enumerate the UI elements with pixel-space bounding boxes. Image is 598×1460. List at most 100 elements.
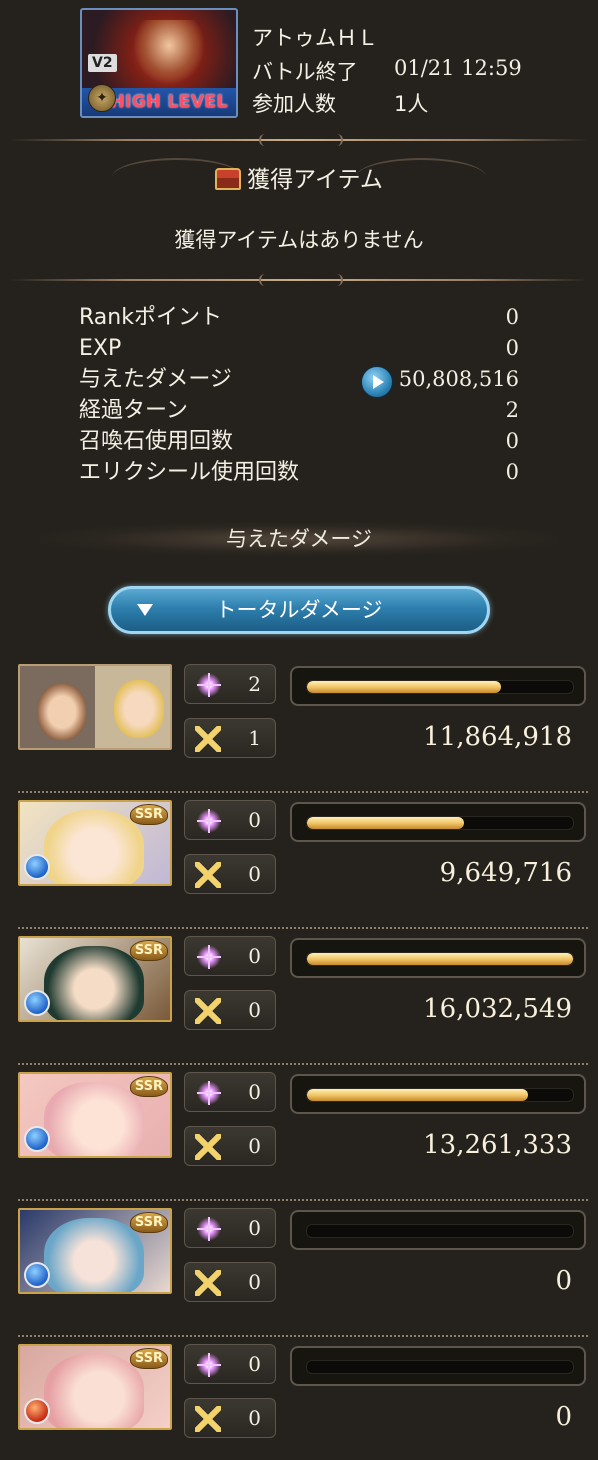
damage-bar: [290, 666, 586, 706]
skill-sparkle-icon: [197, 1353, 221, 1377]
ougi-count: 0: [248, 1134, 261, 1158]
stat-label: 与えたダメージ: [79, 367, 232, 392]
character-damage: 16,032,549: [423, 994, 572, 1024]
items-title-text: 獲得アイテム: [247, 167, 383, 193]
ougi-count: 0: [248, 862, 261, 886]
stat-label: 経過ターン: [79, 398, 188, 423]
ssr-badge: SSR: [129, 940, 168, 961]
ougi-count-box: 0: [184, 1126, 276, 1166]
skill-count-box: 2: [184, 664, 276, 704]
row-separator: [18, 791, 588, 793]
ougi-count: 1: [248, 726, 261, 750]
version-badge: V2: [88, 54, 117, 72]
battle-stats: Rankポイント 0 EXP 0 与えたダメージ 50,808,516 経過ター…: [79, 302, 521, 488]
ougi-count-box: 1: [184, 718, 276, 758]
stat-turns: 経過ターン 2: [79, 395, 521, 426]
skill-count-box: 0: [184, 1072, 276, 1112]
water-element-icon: [24, 854, 50, 880]
character-damage: 13,261,333: [423, 1130, 572, 1160]
damage-bar: [290, 938, 586, 978]
skill-sparkle-icon: [197, 1081, 221, 1105]
skill-count-box: 0: [184, 1344, 276, 1384]
result-header: V2 HIGH LEVEL ✦ アトゥムＨＬ バトル終了 01/21 12:59…: [0, 0, 598, 125]
stat-value: 50,808,516: [398, 367, 519, 391]
character-damage: 0: [555, 1402, 572, 1432]
skill-count: 0: [248, 808, 261, 832]
character-damage: 11,864,918: [423, 722, 572, 752]
difficulty-crest-icon: ✦: [88, 84, 116, 112]
stat-exp: EXP 0: [79, 333, 521, 364]
character-portrait: SSR: [18, 1072, 172, 1158]
ougi-icon: [195, 726, 221, 752]
stat-value: 0: [505, 429, 519, 453]
character-portrait: SSR: [18, 800, 172, 886]
ornament-divider: [10, 134, 588, 146]
character-row[interactable]: 2 1 11,864,918: [18, 664, 588, 793]
ornament-divider: [10, 274, 588, 286]
skill-count: 0: [248, 1216, 261, 1240]
quest-thumbnail: V2 HIGH LEVEL ✦: [80, 8, 238, 118]
stat-label: EXP: [79, 336, 122, 361]
character-portrait: [18, 664, 172, 750]
row-separator: [18, 1335, 588, 1337]
ssr-badge: SSR: [129, 804, 168, 825]
character-portrait: SSR: [18, 1208, 172, 1294]
stat-rank-points: Rankポイント 0: [79, 302, 521, 333]
damage-bar: [290, 802, 586, 842]
character-portrait: SSR: [18, 1344, 172, 1430]
character-row[interactable]: SSR 0 0 16,032,549: [18, 936, 588, 1065]
stat-damage-dealt: 与えたダメージ 50,808,516: [79, 364, 521, 398]
ougi-icon: [195, 1134, 221, 1160]
damage-bar-fill: [307, 1089, 528, 1101]
ougi-icon: [195, 1406, 221, 1432]
water-element-icon: [24, 1126, 50, 1152]
stat-value: 0: [505, 460, 519, 484]
stat-summon-uses: 召喚石使用回数 0: [79, 426, 521, 457]
damage-bar-fill: [307, 817, 464, 829]
participants-label: 参加人数: [252, 92, 336, 116]
skill-count: 0: [248, 1080, 261, 1104]
treasure-chest-icon: [215, 168, 242, 190]
character-row[interactable]: SSR 0 0 9,649,716: [18, 800, 588, 929]
stat-value: 0: [505, 336, 519, 360]
play-icon[interactable]: [361, 366, 393, 398]
water-element-icon: [24, 990, 50, 1016]
quest-name: アトゥムＨＬ: [252, 26, 378, 50]
stat-label: 召喚石使用回数: [79, 429, 234, 454]
row-separator: [18, 1063, 588, 1065]
ougi-count-box: 0: [184, 1398, 276, 1438]
skill-count: 0: [248, 1352, 261, 1376]
character-damage: 0: [555, 1266, 572, 1296]
skill-count: 2: [248, 672, 261, 696]
fire-element-icon: [24, 1398, 50, 1424]
difficulty-label: HIGH LEVEL: [110, 92, 228, 112]
character-portrait: SSR: [18, 936, 172, 1022]
stat-value: 0: [505, 305, 519, 329]
skill-count-box: 0: [184, 1208, 276, 1248]
water-element-icon: [24, 1262, 50, 1288]
character-row[interactable]: SSR 0 0 13,261,333: [18, 1072, 588, 1201]
total-damage-label: トータルダメージ: [215, 598, 383, 622]
ougi-count: 0: [248, 998, 261, 1022]
ougi-count: 0: [248, 1270, 261, 1294]
character-row[interactable]: SSR 0 0 0: [18, 1344, 588, 1460]
skill-count: 0: [248, 944, 261, 968]
row-separator: [18, 1199, 588, 1201]
damage-bar: [290, 1074, 586, 1114]
character-damage: 9,649,716: [439, 858, 572, 888]
stat-label: Rankポイント: [79, 305, 222, 330]
skill-count-box: 0: [184, 936, 276, 976]
ougi-icon: [195, 1270, 221, 1296]
ougi-count: 0: [248, 1406, 261, 1430]
stat-elixir-uses: エリクシール使用回数 0: [79, 457, 521, 488]
damage-bar-fill: [307, 681, 502, 693]
total-damage-dropdown[interactable]: トータルダメージ: [108, 586, 490, 634]
battle-end-label: バトル終了: [252, 60, 358, 84]
no-items-message: 獲得アイテムはありません: [174, 228, 424, 252]
damage-bar-fill: [307, 953, 573, 965]
character-row[interactable]: SSR 0 0 0: [18, 1208, 588, 1337]
damage-bar: [290, 1346, 586, 1386]
skill-sparkle-icon: [197, 673, 221, 697]
stat-value: 2: [505, 398, 519, 422]
ougi-count-box: 0: [184, 1262, 276, 1302]
